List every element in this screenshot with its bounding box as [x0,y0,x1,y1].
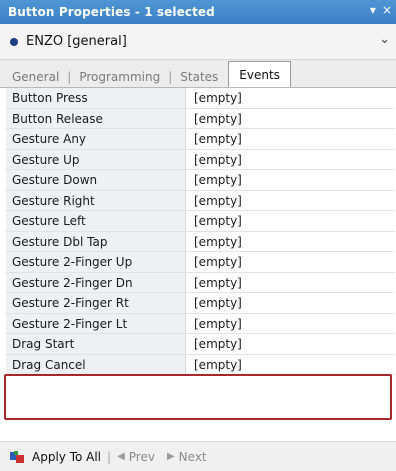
table-row[interactable]: Gesture 2-Finger Dn [empty] [6,272,394,293]
next-label: Next [178,449,207,464]
tab-bar: General | Programming | States Events [0,60,396,88]
event-name: Gesture Any [6,129,186,149]
event-value[interactable]: [empty] [186,334,394,354]
event-value[interactable]: [empty] [186,355,394,375]
apply-to-all-button[interactable]: Apply To All [32,450,101,464]
event-value[interactable]: [empty] [186,211,394,231]
event-value[interactable]: [empty] [186,191,394,211]
event-value[interactable]: [empty] [186,109,394,129]
event-name: Gesture 2-Finger Lt [6,313,186,333]
event-value[interactable]: [empty] [186,314,394,334]
event-value[interactable]: [empty] [186,293,394,313]
tab-separator: | [168,70,173,84]
event-name: Gesture Right [6,190,186,210]
event-name: Gesture Dbl Tap [6,231,186,251]
panel-footer-toolbar: Apply To All | ◀ Prev ▶ Next [0,442,396,471]
object-selector[interactable]: ENZO [general] ⌄ [0,24,396,60]
tab-events[interactable]: Events [228,61,291,87]
object-selector-value: ENZO [general] [26,34,127,49]
table-row[interactable]: Button Release [empty] [6,108,394,129]
event-value[interactable]: [empty] [186,129,394,149]
table-row[interactable]: Drag Cancel [empty] [6,354,394,375]
event-value[interactable]: [empty] [186,273,394,293]
table-row[interactable]: Gesture 2-Finger Up [empty] [6,252,394,273]
next-button[interactable]: ▶ Next [167,450,207,464]
event-name: Gesture 2-Finger Dn [6,272,186,292]
event-value[interactable]: [empty] [186,170,394,190]
prev-label: Prev [128,449,155,464]
event-name: Gesture Up [6,149,186,169]
event-value[interactable]: [empty] [186,150,394,170]
apply-to-all-icon [10,450,26,463]
chevron-down-icon[interactable]: ⌄ [379,32,390,47]
event-name: Gesture 2-Finger Up [6,252,186,272]
tab-separator: | [67,70,72,84]
table-row[interactable]: Gesture 2-Finger Rt [empty] [6,293,394,314]
table-row[interactable]: Drag Start [empty] [6,334,394,355]
prev-arrow-icon: ◀ [117,451,125,462]
drag-events-highlight-box [4,374,392,420]
prev-button[interactable]: ◀ Prev [117,450,155,464]
event-value[interactable]: [empty] [186,88,394,108]
titlebar-controls: ▾ × [370,3,392,17]
grid-bottom-spacer [0,420,396,442]
event-value[interactable]: [empty] [186,252,394,272]
panel-titlebar: Button Properties - 1 selected ▾ × [0,0,396,24]
event-name: Drag Start [6,334,186,354]
table-row[interactable]: Gesture Down [empty] [6,170,394,191]
tab-states[interactable]: States [174,67,224,87]
table-row[interactable]: Gesture Up [empty] [6,149,394,170]
event-name: Button Release [6,108,186,128]
close-icon[interactable]: × [382,3,392,17]
footer-divider: | [107,449,112,464]
tab-programming[interactable]: Programming [73,67,166,87]
table-row[interactable]: Gesture Right [empty] [6,190,394,211]
event-name: Gesture Left [6,211,186,231]
table-row[interactable]: Button Press [empty] [6,88,394,109]
table-row[interactable]: Gesture Left [empty] [6,211,394,232]
table-row[interactable]: Gesture 2-Finger Lt [empty] [6,313,394,334]
event-name: Drag Cancel [6,354,186,374]
event-name: Button Press [6,88,186,108]
dropdown-arrow-icon[interactable]: ▾ [370,3,376,17]
next-arrow-icon: ▶ [166,451,175,462]
panel-title: Button Properties - 1 selected [8,5,215,19]
object-bullet-icon [10,37,18,46]
event-value[interactable]: [empty] [186,232,394,252]
table-row[interactable]: Gesture Dbl Tap [empty] [6,231,394,252]
event-name: Gesture 2-Finger Rt [6,293,186,313]
events-property-grid: Button Press [empty] Button Release [emp… [6,88,394,375]
event-name: Gesture Down [6,170,186,190]
table-row[interactable]: Gesture Any [empty] [6,129,394,150]
tab-general[interactable]: General [6,67,65,87]
